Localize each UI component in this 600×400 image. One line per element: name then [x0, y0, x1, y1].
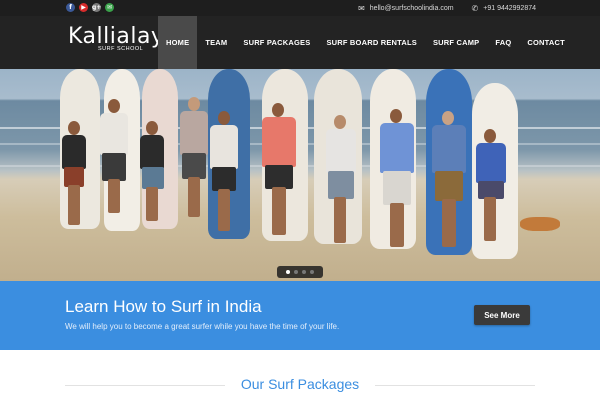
cta-subtext: We will help you to become a great surfe… [65, 322, 340, 331]
logo-wordmark: Kallialay [68, 24, 165, 49]
cta-heading: Learn How to Surf in India [65, 297, 262, 316]
see-more-button[interactable]: See More [474, 305, 530, 325]
hero-slider[interactable] [0, 69, 600, 281]
nav-item-surf-camp[interactable]: SURF CAMP [425, 16, 487, 69]
packages-section: Our Surf Packages [0, 350, 600, 400]
facebook-icon[interactable]: f [66, 3, 75, 12]
slider-dot-2[interactable] [294, 270, 298, 274]
main-navbar: Kallialay SURF SCHOOL HOME TEAM SURF PAC… [0, 16, 600, 69]
slider-dot-1[interactable] [286, 270, 290, 274]
nav-item-faq[interactable]: FAQ [487, 16, 519, 69]
nav-item-team[interactable]: TEAM [197, 16, 235, 69]
phone-icon: ✆ [471, 3, 479, 13]
packages-heading: Our Surf Packages [240, 376, 360, 392]
nav-menu: HOME TEAM SURF PACKAGES SURF BOARD RENTA… [158, 16, 573, 69]
cta-banner: Learn How to Surf in India We will help … [0, 281, 600, 350]
contact-phone[interactable]: +91 9442992874 [483, 5, 536, 12]
slider-dot-3[interactable] [302, 270, 306, 274]
slider-dot-4[interactable] [310, 270, 314, 274]
contact-info: ✉ hello@surfschoolindia.com ✆ +91 944299… [358, 2, 536, 14]
youtube-icon[interactable]: ▶ [79, 3, 88, 12]
slider-pagination [277, 266, 323, 278]
email-share-icon[interactable]: ✉ [105, 3, 114, 12]
nav-item-contact[interactable]: CONTACT [519, 16, 573, 69]
nav-item-surf-board-rentals[interactable]: SURF BOARD RENTALS [318, 16, 425, 69]
site-logo[interactable]: Kallialay SURF SCHOOL [68, 24, 165, 53]
contact-email[interactable]: hello@surfschoolindia.com [370, 5, 454, 12]
nav-item-home[interactable]: HOME [158, 16, 198, 69]
google-plus-icon[interactable]: g+ [92, 3, 101, 12]
nav-item-surf-packages[interactable]: SURF PACKAGES [235, 16, 318, 69]
envelope-icon: ✉ [358, 3, 365, 13]
social-links: f ▶ g+ ✉ [66, 3, 114, 12]
top-bar: f ▶ g+ ✉ ✉ hello@surfschoolindia.com ✆ +… [0, 0, 600, 16]
